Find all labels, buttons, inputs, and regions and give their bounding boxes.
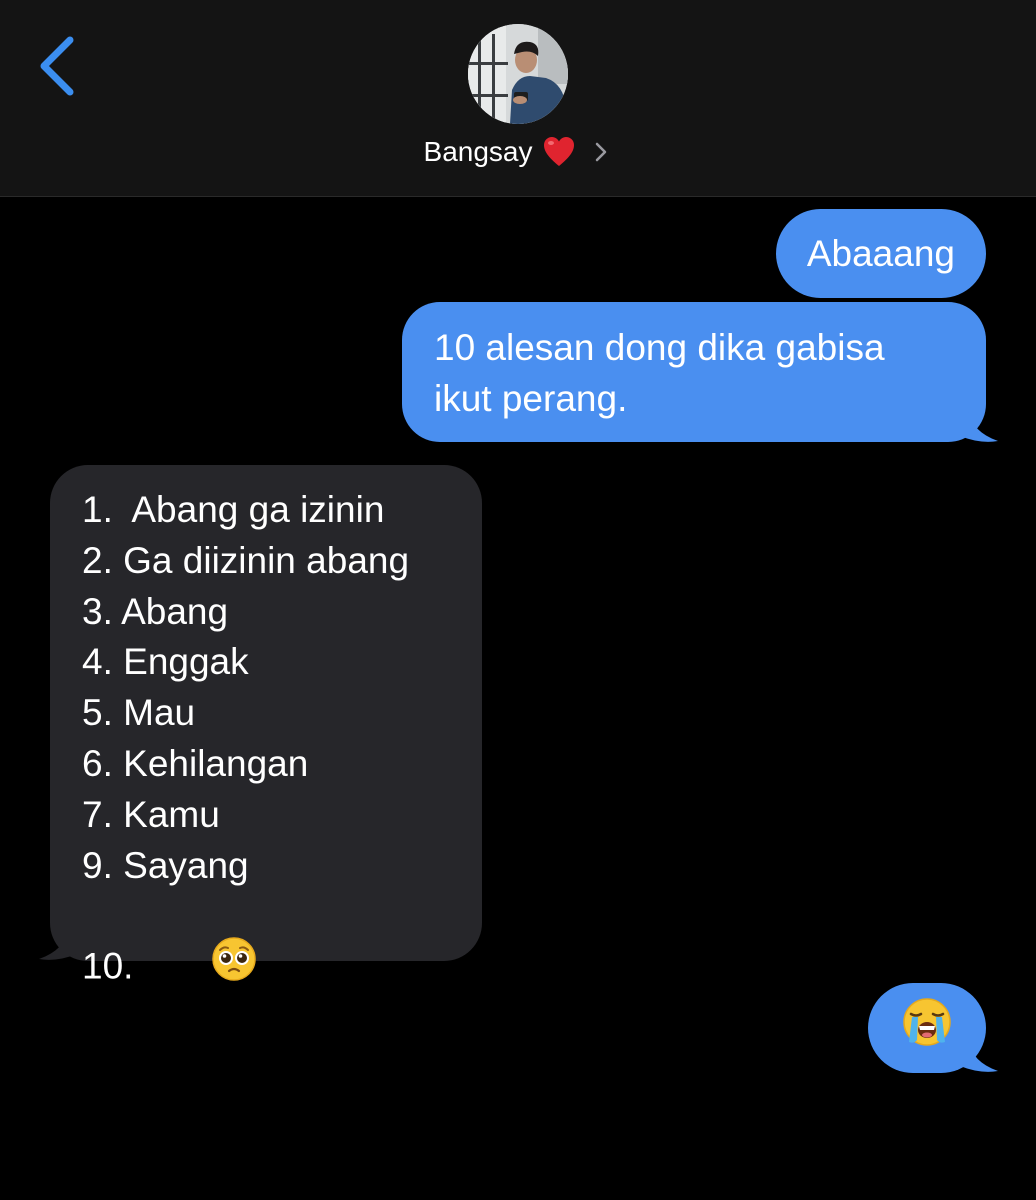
list-item-number: 10. <box>82 945 144 987</box>
list-item: 4. Enggak <box>82 641 249 683</box>
list-item: 2. Ga diizinin abang <box>82 539 410 581</box>
chevron-left-icon <box>40 36 74 96</box>
message-bubble-incoming[interactable]: 1. Abang ga izinin 2. Ga diizinin abang … <box>50 465 482 987</box>
bubble-tail <box>39 928 77 960</box>
loudly-crying-face-icon <box>901 996 953 1061</box>
list-item: 9. Sayang <box>82 844 249 886</box>
pleading-face-icon <box>150 885 258 1046</box>
list-item-last: 10. <box>82 891 450 987</box>
message-line: 10 alesan dong dika gabisa <box>434 327 885 368</box>
back-button[interactable] <box>30 30 90 100</box>
message-text: Abaaang <box>806 233 955 274</box>
chevron-right-icon <box>590 138 612 166</box>
list-item: 5. Mau <box>82 692 196 734</box>
red-heart-icon <box>542 135 576 169</box>
message-bubble-outgoing[interactable]: Abaaang <box>775 209 986 298</box>
list-item: 7. Kamu <box>82 793 220 835</box>
bubble-tail <box>960 1040 998 1072</box>
contact-info-button[interactable]: Bangsay <box>0 130 1036 174</box>
avatar-photo <box>468 24 568 124</box>
contact-avatar[interactable] <box>468 24 568 124</box>
list-item: 6. Kehilangan <box>82 742 309 784</box>
message-bubble-outgoing[interactable]: 10 alesan dong dika gabisa ikut perang. <box>402 302 986 442</box>
list-item: 1. Abang ga izinin <box>82 489 385 530</box>
bubble-tail <box>960 410 998 442</box>
list-item: 3. Abang <box>82 590 229 632</box>
contact-name: Bangsay <box>423 136 533 167</box>
message-line: ikut perang. <box>434 378 628 419</box>
conversation-header: Bangsay <box>0 0 1036 197</box>
